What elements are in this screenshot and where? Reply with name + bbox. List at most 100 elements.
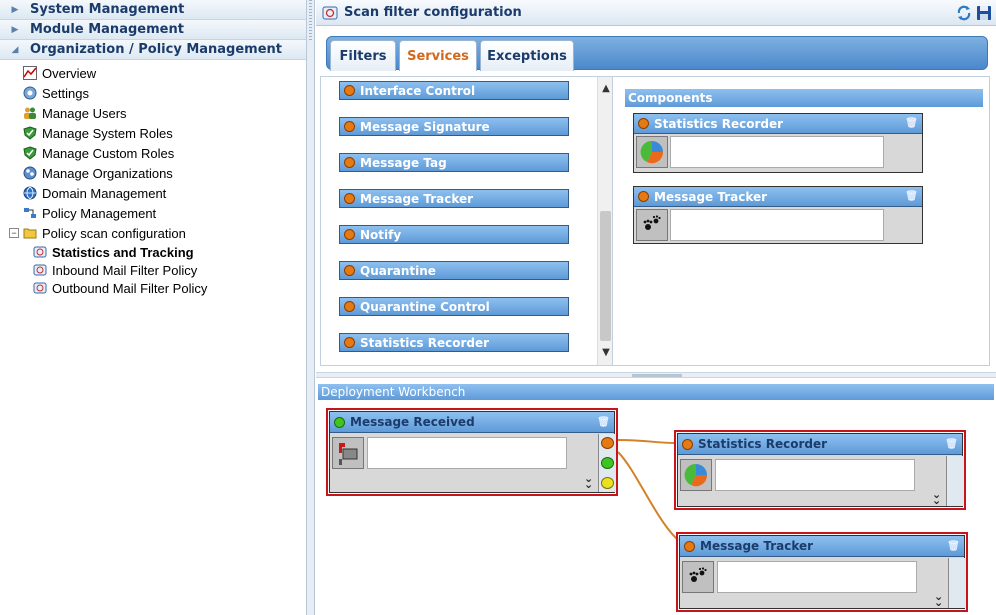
workbench-node-message-received[interactable]: Message Received 🗑 ⌄ ⌄ bbox=[326, 408, 618, 496]
tree-item-manage-organizations[interactable]: Manage Organizations bbox=[0, 163, 306, 183]
output-ports bbox=[946, 456, 964, 506]
tree-item-manage-custom-roles[interactable]: Manage Custom Roles bbox=[0, 143, 306, 163]
tree-item-statistics-and-tracking[interactable]: Statistics and Tracking bbox=[0, 243, 306, 261]
orange-port-icon bbox=[344, 193, 355, 204]
tree-item-manage-system-roles[interactable]: Manage System Roles bbox=[0, 123, 306, 143]
tree-item-overview[interactable]: Overview bbox=[0, 63, 306, 83]
orange-port-icon bbox=[344, 121, 355, 132]
orange-port-icon bbox=[344, 85, 355, 96]
list-item[interactable]: Message Tag bbox=[339, 153, 569, 172]
list-item[interactable]: Interface Control bbox=[339, 81, 569, 100]
accordion-label: Organization / Policy Management bbox=[30, 42, 283, 57]
splitter-grip[interactable] bbox=[309, 0, 312, 40]
output-ports bbox=[598, 434, 616, 492]
main-panel: Scan filter configuration Filters Servic… bbox=[316, 0, 996, 615]
tree-item-outbound-mail-filter-policy[interactable]: Outbound Mail Filter Policy bbox=[0, 279, 306, 297]
pie-chart-icon bbox=[680, 459, 712, 491]
collapse-toggle-icon[interactable]: − bbox=[9, 228, 19, 238]
page-title: Scan filter configuration bbox=[344, 5, 522, 20]
orange-port-icon bbox=[344, 301, 355, 312]
refresh-icon[interactable] bbox=[956, 5, 972, 21]
tree-item-policy-scan-configuration[interactable]: − Policy scan configuration bbox=[0, 223, 306, 243]
expand-chevron-icon[interactable]: ⌄ ⌄ bbox=[932, 489, 941, 506]
list-item[interactable]: Quarantine Control bbox=[339, 297, 569, 316]
yellow-port-icon[interactable] bbox=[601, 477, 614, 489]
workbench-header: Deployment Workbench bbox=[318, 384, 994, 400]
tree-item-manage-users[interactable]: Manage Users bbox=[0, 103, 306, 123]
sidebar: ▶ System Management ▶ Module Management … bbox=[0, 0, 307, 615]
trash-icon[interactable]: 🗑 bbox=[905, 118, 918, 129]
users-icon bbox=[24, 107, 36, 119]
chart-icon bbox=[23, 66, 37, 80]
orange-port-icon bbox=[344, 337, 355, 348]
scroll-down-icon[interactable]: ▼ bbox=[598, 345, 612, 361]
orange-port-icon bbox=[344, 157, 355, 168]
accordion-module-management[interactable]: ▶ Module Management bbox=[0, 20, 306, 40]
save-icon[interactable] bbox=[976, 5, 992, 21]
workbench-node-message-tracker[interactable]: Message Tracker 🗑 ⌄ ⌄ bbox=[676, 532, 968, 612]
orange-port-icon bbox=[638, 118, 649, 129]
accordion-label: System Management bbox=[30, 2, 185, 17]
paw-prints-icon bbox=[682, 561, 714, 593]
component-description-field[interactable] bbox=[670, 209, 884, 241]
components-pane: Components Statistics Recorder 🗑 Message … bbox=[621, 77, 989, 365]
tree-item-inbound-mail-filter-policy[interactable]: Inbound Mail Filter Policy bbox=[0, 261, 306, 279]
list-item[interactable]: Notify bbox=[339, 225, 569, 244]
scan-icon bbox=[33, 264, 47, 276]
shield-icon bbox=[23, 126, 37, 140]
orange-port-icon bbox=[684, 540, 695, 552]
scroll-up-icon[interactable]: ▲ bbox=[598, 81, 612, 97]
tree-item-domain-management[interactable]: Domain Management bbox=[0, 183, 306, 203]
expand-arrow-icon: ▶ bbox=[11, 24, 19, 35]
panel-title-bar: Scan filter configuration bbox=[316, 0, 996, 26]
orange-port-icon bbox=[344, 229, 355, 240]
tab-bar: Filters Services Exceptions bbox=[326, 36, 988, 71]
node-description-field[interactable] bbox=[715, 459, 915, 491]
component-card-statistics-recorder[interactable]: Statistics Recorder 🗑 bbox=[633, 113, 923, 173]
services-scrollbar[interactable]: ▲ ▼ bbox=[597, 77, 612, 365]
tree-item-policy-management[interactable]: Policy Management bbox=[0, 203, 306, 223]
tab-filters[interactable]: Filters bbox=[330, 40, 396, 71]
scan-icon bbox=[33, 246, 47, 258]
list-item[interactable]: Message Tracker bbox=[339, 189, 569, 208]
node-description-field[interactable] bbox=[367, 437, 567, 469]
trash-icon[interactable]: 🗑 bbox=[597, 417, 610, 428]
trash-icon[interactable]: 🗑 bbox=[905, 191, 918, 202]
green-port-icon[interactable] bbox=[601, 457, 614, 469]
expand-chevron-icon[interactable]: ⌄ ⌄ bbox=[584, 473, 593, 490]
shield-icon bbox=[23, 146, 37, 160]
tab-services[interactable]: Services bbox=[399, 40, 477, 71]
scan-icon bbox=[322, 6, 338, 19]
navigation-tree: Overview Settings Manage Users Manage Sy… bbox=[0, 60, 306, 297]
collapse-arrow-icon: ◢ bbox=[11, 44, 19, 55]
trash-icon[interactable]: 🗑 bbox=[945, 439, 958, 450]
expand-chevron-icon[interactable]: ⌄ ⌄ bbox=[934, 591, 943, 608]
workbench-node-statistics-recorder[interactable]: Statistics Recorder 🗑 ⌄ ⌄ bbox=[674, 430, 966, 510]
paw-prints-icon bbox=[636, 209, 668, 241]
pie-chart-icon bbox=[636, 136, 668, 168]
sidebar-splitter[interactable] bbox=[307, 0, 315, 615]
trash-icon[interactable]: 🗑 bbox=[947, 541, 960, 552]
workbench-splitter[interactable] bbox=[316, 372, 996, 378]
scrollbar-thumb[interactable] bbox=[600, 211, 611, 341]
list-item[interactable]: Quarantine bbox=[339, 261, 569, 280]
orange-port-icon bbox=[682, 438, 693, 450]
tree-item-settings[interactable]: Settings bbox=[0, 83, 306, 103]
mailbox-icon bbox=[332, 437, 364, 469]
tab-exceptions[interactable]: Exceptions bbox=[480, 40, 574, 71]
orange-port-icon[interactable] bbox=[601, 437, 614, 449]
components-header: Components bbox=[625, 89, 983, 107]
services-content: Interface Control Message Signature Mess… bbox=[320, 76, 990, 366]
splitter-grip[interactable] bbox=[632, 374, 682, 377]
accordion-system-management[interactable]: ▶ System Management bbox=[0, 0, 306, 20]
list-item[interactable]: Message Signature bbox=[339, 117, 569, 136]
orange-port-icon bbox=[638, 191, 649, 202]
green-port-icon bbox=[334, 416, 345, 428]
node-description-field[interactable] bbox=[717, 561, 917, 593]
organizations-icon bbox=[23, 166, 37, 180]
component-card-message-tracker[interactable]: Message Tracker 🗑 bbox=[633, 186, 923, 244]
accordion-label: Module Management bbox=[30, 22, 184, 37]
list-item[interactable]: Statistics Recorder bbox=[339, 333, 569, 352]
component-description-field[interactable] bbox=[670, 136, 884, 168]
accordion-organization-policy-management[interactable]: ◢ Organization / Policy Management bbox=[0, 40, 306, 60]
